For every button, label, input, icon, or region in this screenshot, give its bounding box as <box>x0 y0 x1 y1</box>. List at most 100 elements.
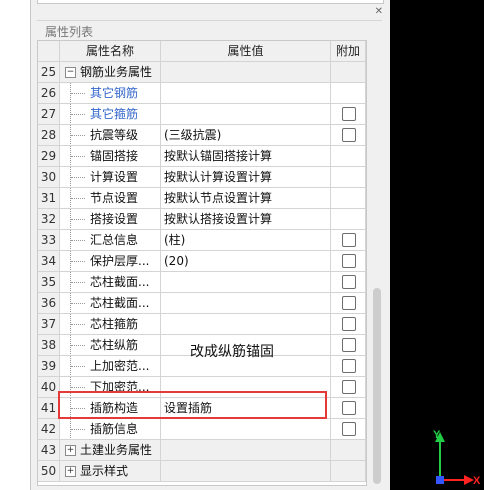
property-value[interactable] <box>161 461 331 482</box>
row-number: 40 <box>38 377 60 398</box>
property-value[interactable] <box>161 83 331 104</box>
attach-cell <box>331 209 366 230</box>
property-value[interactable]: (三级抗震) <box>161 125 331 146</box>
property-name-cell[interactable]: 插筋信息 <box>60 419 161 440</box>
attach-checkbox[interactable] <box>342 422 356 436</box>
attach-cell <box>331 356 366 377</box>
attach-checkbox[interactable] <box>342 128 356 142</box>
property-row[interactable]: 30 计算设置 按默认计算设置计算 <box>38 167 366 188</box>
tree-branch <box>71 198 85 200</box>
x-axis-label: X <box>473 475 481 487</box>
scrollbar-thumb[interactable] <box>373 288 381 484</box>
property-name-cell[interactable]: 锚固搭接 <box>60 146 161 167</box>
tree-branch <box>71 387 85 389</box>
attach-cell <box>331 104 366 125</box>
origin-marker <box>436 476 444 484</box>
property-row[interactable]: 43 + 土建业务属性 <box>38 440 366 461</box>
property-row[interactable]: 42 插筋信息 <box>38 419 366 440</box>
property-name-cell[interactable]: − 钢筋业务属性 <box>60 62 161 83</box>
attach-cell <box>331 314 366 335</box>
property-row[interactable]: 26 其它钢筋 <box>38 83 366 104</box>
attach-checkbox[interactable] <box>342 233 356 247</box>
property-value[interactable] <box>161 272 331 293</box>
property-row[interactable]: 32 搭接设置 按默认搭接设置计算 <box>38 209 366 230</box>
property-name-cell[interactable]: 芯柱截面... <box>60 293 161 314</box>
property-value[interactable] <box>161 62 331 83</box>
header-add[interactable]: 附加 <box>331 41 366 62</box>
header-name[interactable]: 属性名称 <box>60 41 161 62</box>
panel-top-field[interactable] <box>37 0 384 4</box>
property-value[interactable]: 按默认锚固搭接计算 <box>161 146 331 167</box>
attach-cell <box>331 167 366 188</box>
vertical-scrollbar[interactable] <box>371 40 383 484</box>
property-value[interactable]: 按默认节点设置计算 <box>161 188 331 209</box>
property-row[interactable]: 28 抗震等级 (三级抗震) <box>38 125 366 146</box>
row-number: 50 <box>38 461 60 482</box>
property-row[interactable]: 29 锚固搭接 按默认锚固搭接计算 <box>38 146 366 167</box>
property-name-cell[interactable]: + 显示样式 <box>60 461 161 482</box>
property-name: 芯柱截面... <box>90 275 150 289</box>
expand-icon[interactable]: + <box>65 466 76 477</box>
property-row[interactable]: 50 + 显示样式 <box>38 461 366 482</box>
attach-checkbox[interactable] <box>342 317 356 331</box>
tree-branch <box>71 303 85 305</box>
header-value[interactable]: 属性值 <box>161 41 331 62</box>
property-name-cell[interactable]: 节点设置 <box>60 188 161 209</box>
property-value[interactable] <box>161 293 331 314</box>
attach-cell <box>331 62 366 83</box>
property-row[interactable]: 37 芯柱箍筋 <box>38 314 366 335</box>
property-name-cell[interactable]: 其它钢筋 <box>60 83 161 104</box>
attach-cell <box>331 293 366 314</box>
property-row[interactable]: 31 节点设置 按默认节点设置计算 <box>38 188 366 209</box>
tree-branch <box>71 240 85 242</box>
attach-checkbox[interactable] <box>342 338 356 352</box>
collapse-icon[interactable]: − <box>65 67 76 78</box>
property-value[interactable] <box>161 419 331 440</box>
property-row[interactable]: 27 其它箍筋 <box>38 104 366 125</box>
property-row[interactable]: 33 汇总信息 (柱) <box>38 230 366 251</box>
attach-cell <box>331 188 366 209</box>
attach-checkbox[interactable] <box>342 380 356 394</box>
property-name-cell[interactable]: 上加密范... <box>60 356 161 377</box>
property-name-cell[interactable]: 保护层厚... <box>60 251 161 272</box>
attach-cell <box>331 398 366 419</box>
attach-checkbox[interactable] <box>342 254 356 268</box>
property-value[interactable]: 按默认计算设置计算 <box>161 167 331 188</box>
property-row[interactable]: 35 芯柱截面... <box>38 272 366 293</box>
tree-branch <box>71 282 85 284</box>
property-name-cell[interactable]: + 土建业务属性 <box>60 440 161 461</box>
property-name-cell[interactable]: 搭接设置 <box>60 209 161 230</box>
property-value[interactable] <box>161 314 331 335</box>
attach-checkbox[interactable] <box>342 401 356 415</box>
property-row[interactable]: 25− 钢筋业务属性 <box>38 62 366 83</box>
attach-checkbox[interactable] <box>342 296 356 310</box>
attach-checkbox[interactable] <box>342 359 356 373</box>
property-value[interactable] <box>161 104 331 125</box>
property-name-cell[interactable]: 芯柱纵筋 <box>60 335 161 356</box>
row-number: 25 <box>38 62 60 83</box>
property-name: 芯柱截面... <box>90 296 150 310</box>
property-value[interactable] <box>161 440 331 461</box>
property-name: 抗震等级 <box>90 128 139 142</box>
property-value[interactable]: (柱) <box>161 230 331 251</box>
property-grid: 属性名称 属性值 附加 25− 钢筋业务属性 26 其它钢筋 27 其它箍筋 28 抗震等级(… <box>37 40 367 486</box>
property-value[interactable]: 按默认搭接设置计算 <box>161 209 331 230</box>
attach-checkbox[interactable] <box>342 107 356 121</box>
row-number: 27 <box>38 104 60 125</box>
property-name-cell[interactable]: 芯柱截面... <box>60 272 161 293</box>
expand-icon[interactable]: + <box>65 445 76 456</box>
property-name-cell[interactable]: 芯柱箍筋 <box>60 314 161 335</box>
property-name: 芯柱纵筋 <box>90 338 139 352</box>
close-icon[interactable]: ✕ <box>375 7 383 17</box>
property-row[interactable]: 34 保护层厚... (20) <box>38 251 366 272</box>
row-number: 43 <box>38 440 60 461</box>
property-value[interactable]: (20) <box>161 251 331 272</box>
property-name-cell[interactable]: 计算设置 <box>60 167 161 188</box>
property-name-cell[interactable]: 抗震等级 <box>60 125 161 146</box>
property-name-cell[interactable]: 汇总信息 <box>60 230 161 251</box>
property-name-cell[interactable]: 其它箍筋 <box>60 104 161 125</box>
tree-branch <box>71 135 85 137</box>
property-row[interactable]: 36 芯柱截面... <box>38 293 366 314</box>
attach-checkbox[interactable] <box>342 275 356 289</box>
property-name: 插筋信息 <box>90 422 139 436</box>
